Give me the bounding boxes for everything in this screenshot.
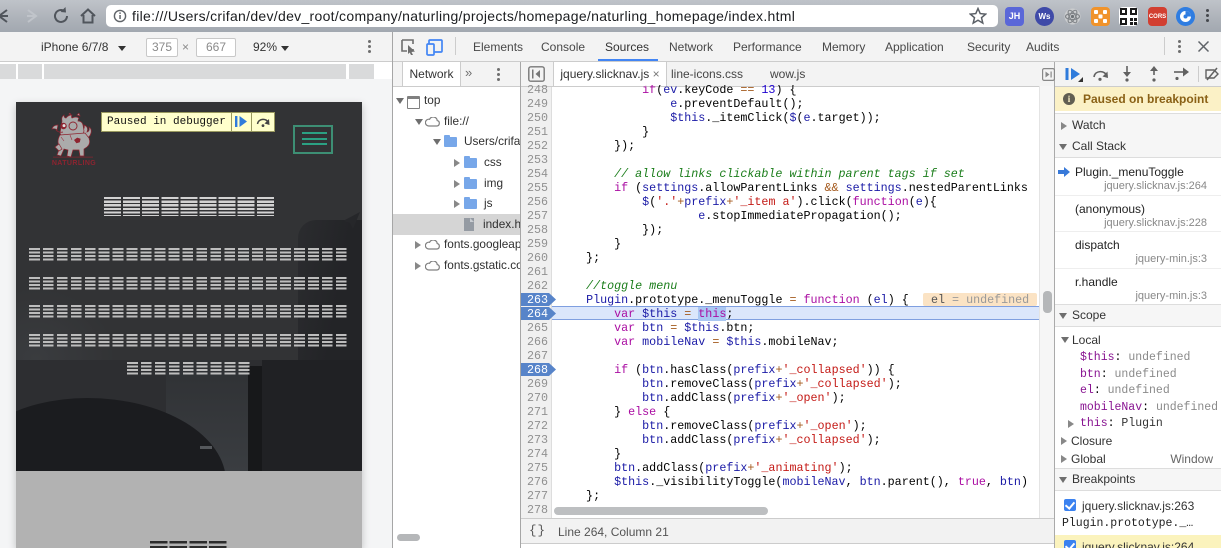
svg-text:NATURLING: NATURLING bbox=[52, 160, 96, 167]
